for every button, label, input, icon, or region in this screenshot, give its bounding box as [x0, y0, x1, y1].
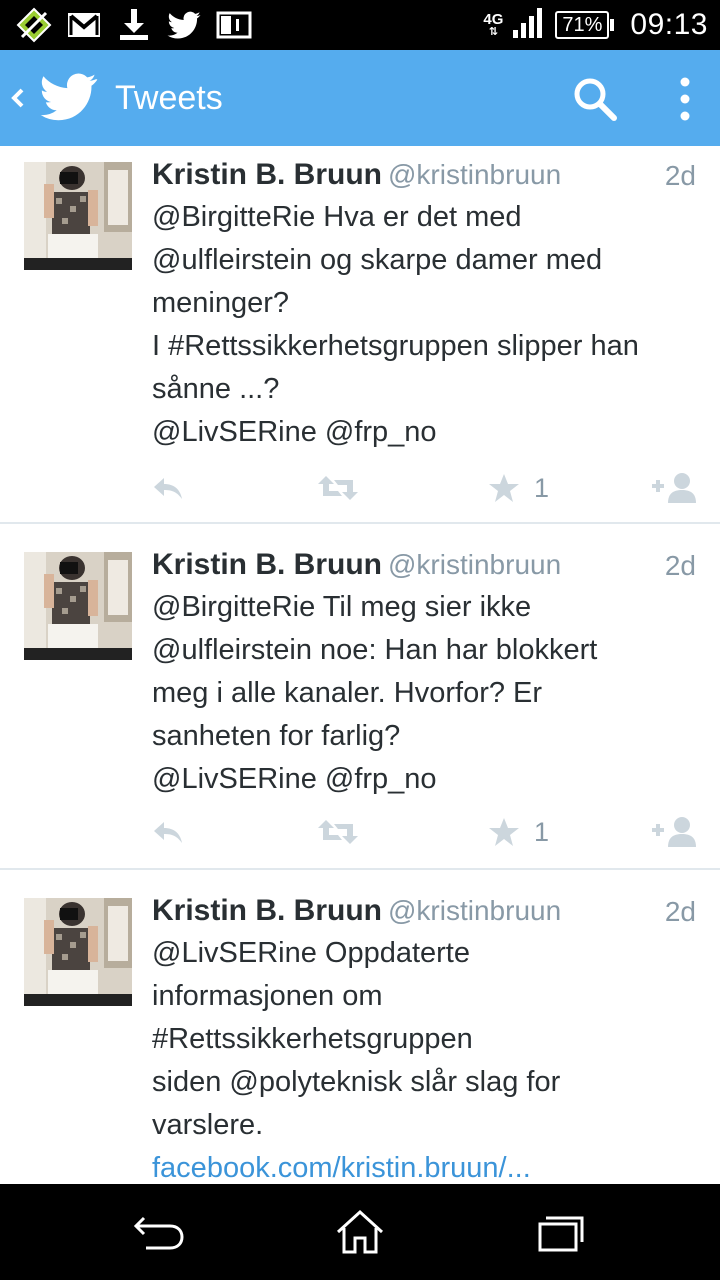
- tweet[interactable]: Kristin B. Bruun @kristinbruun 2d @LivSER…: [0, 870, 720, 1184]
- gmail-icon: [66, 7, 102, 43]
- battery-level: 71%: [555, 11, 610, 39]
- favorite-count: 1: [534, 816, 550, 847]
- tweet-time: 2d: [664, 160, 696, 191]
- add-user-icon: [652, 817, 696, 847]
- tweet-actions: 1: [0, 812, 720, 852]
- avatar[interactable]: [24, 898, 132, 1006]
- author-name[interactable]: Kristin B. Bruun: [152, 548, 382, 581]
- reply-icon: [154, 822, 182, 843]
- twitter-icon: [166, 7, 202, 43]
- notification-icons: [16, 7, 252, 43]
- author-name[interactable]: Kristin B. Bruun: [152, 894, 382, 927]
- more-vertical-icon: [680, 77, 690, 121]
- tweet-list[interactable]: Kristin B. Bruun @kristinbruun 2d @Birgit…: [0, 146, 720, 1184]
- retweet-icon: [318, 476, 358, 500]
- star-icon: [489, 818, 519, 846]
- reply-button[interactable]: [152, 812, 184, 852]
- navigation-bar: [0, 1184, 720, 1280]
- tweet-actions: 1: [0, 468, 720, 508]
- page-title: Tweets: [115, 79, 223, 117]
- follow-button[interactable]: [652, 468, 696, 508]
- reply-icon: [154, 478, 182, 499]
- author-handle[interactable]: @kristinbruun: [388, 159, 561, 190]
- app-notification-icon: [16, 7, 52, 43]
- author-handle[interactable]: @kristinbruun: [388, 895, 561, 926]
- add-user-icon: [652, 473, 696, 503]
- home-icon: [336, 1209, 384, 1254]
- signal-icon: [513, 7, 545, 43]
- reply-button[interactable]: [152, 468, 184, 508]
- favorite-button[interactable]: 1: [488, 812, 549, 852]
- battery-indicator: 71%: [555, 11, 615, 39]
- author-handle[interactable]: @kristinbruun: [388, 549, 561, 580]
- tweet-header: Kristin B. Bruun @kristinbruun 2d: [152, 894, 696, 934]
- avatar[interactable]: [24, 552, 132, 660]
- tweet-time: 2d: [664, 896, 696, 927]
- search-icon: [574, 78, 617, 121]
- app-bar: Tweets: [0, 50, 720, 146]
- retweet-icon: [318, 820, 358, 844]
- nav-back-button[interactable]: [130, 1206, 190, 1258]
- tweet-time: 2d: [664, 550, 696, 581]
- nav-recents-button[interactable]: [530, 1206, 590, 1258]
- tweet-text[interactable]: @LivSERine Oppdaterte informasjonen om #…: [152, 932, 700, 1147]
- tweet-header: Kristin B. Bruun @kristinbruun 2d: [152, 158, 696, 198]
- search-button[interactable]: [570, 74, 620, 124]
- clock: 09:13: [630, 8, 708, 41]
- network-type: 4G ⇅: [483, 11, 504, 38]
- chevron-left-icon: [11, 88, 24, 108]
- download-icon: [116, 7, 152, 43]
- retweet-button[interactable]: [318, 468, 358, 508]
- favorite-count: 1: [534, 472, 550, 503]
- status-bar: 4G ⇅ 71% 09:13: [0, 0, 720, 50]
- follow-button[interactable]: [652, 812, 696, 852]
- overflow-menu-button[interactable]: [662, 74, 708, 124]
- favorite-button[interactable]: 1: [488, 468, 549, 508]
- author-name[interactable]: Kristin B. Bruun: [152, 158, 382, 191]
- star-icon: [489, 474, 519, 502]
- image-icon: [216, 7, 252, 43]
- back-arrow-icon: [133, 1216, 184, 1250]
- retweet-button[interactable]: [318, 812, 358, 852]
- tweet-header: Kristin B. Bruun @kristinbruun 2d: [152, 548, 696, 588]
- back-button[interactable]: [6, 80, 32, 116]
- avatar[interactable]: [24, 162, 132, 270]
- tweet[interactable]: Kristin B. Bruun @kristinbruun 2d @Birgit…: [0, 146, 720, 524]
- recent-apps-icon: [538, 1216, 584, 1252]
- tweet-text[interactable]: @BirgitteRie Hva er det med @ulfleirstei…: [152, 196, 700, 454]
- nav-home-button[interactable]: [330, 1206, 390, 1258]
- tweet[interactable]: Kristin B. Bruun @kristinbruun 2d @Birgit…: [0, 524, 720, 870]
- tweet-link[interactable]: facebook.com/kristin.bruun/...: [152, 1147, 531, 1184]
- twitter-logo-icon: [40, 72, 98, 124]
- tweet-text[interactable]: @BirgitteRie Til meg sier ikke @ulfleirs…: [152, 586, 700, 801]
